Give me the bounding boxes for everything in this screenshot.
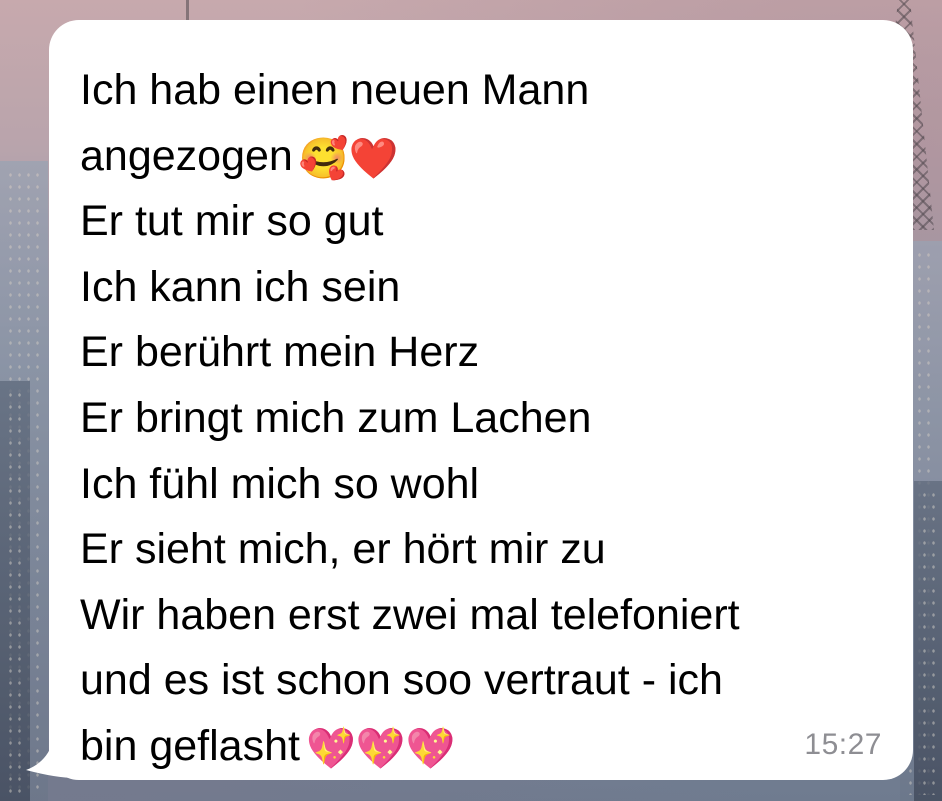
message-line: angezogen 🥰❤️ <box>80 131 399 181</box>
message-line: Wir haben erst zwei mal telefoniert <box>80 590 740 639</box>
message-line: Ich hab einen neuen Mann <box>80 66 590 114</box>
message-timestamp: 15:27 <box>804 728 882 761</box>
message-line: Er sieht mich, er hört mir zu <box>80 525 606 574</box>
sparkling-heart-emoji-icon: 💖💖💖 <box>305 726 456 771</box>
message-bubble[interactable]: Ich hab einen neuen Mann angezogen 🥰❤️ Er… <box>49 20 913 780</box>
smiling-face-with-hearts-and-red-heart-emoji-icon: 🥰❤️ <box>298 136 399 181</box>
wallpaper-building <box>914 481 942 801</box>
message-text: Ich hab einen neuen Mann angezogen 🥰❤️ Er… <box>80 58 881 780</box>
message-line: und es ist schon soo vertraut - ich <box>80 656 723 705</box>
message-line: Er bringt mich zum Lachen <box>80 393 592 442</box>
message-line: bin geflasht 💖💖💖 <box>80 721 456 771</box>
wallpaper-building <box>0 381 30 801</box>
message-line: Ich fühl mich so wohl <box>80 459 480 508</box>
message-line: Er tut mir so gut <box>80 197 384 246</box>
message-line: Er berührt mein Herz <box>80 328 480 377</box>
message-line: Ich kann ich sein <box>80 262 401 311</box>
